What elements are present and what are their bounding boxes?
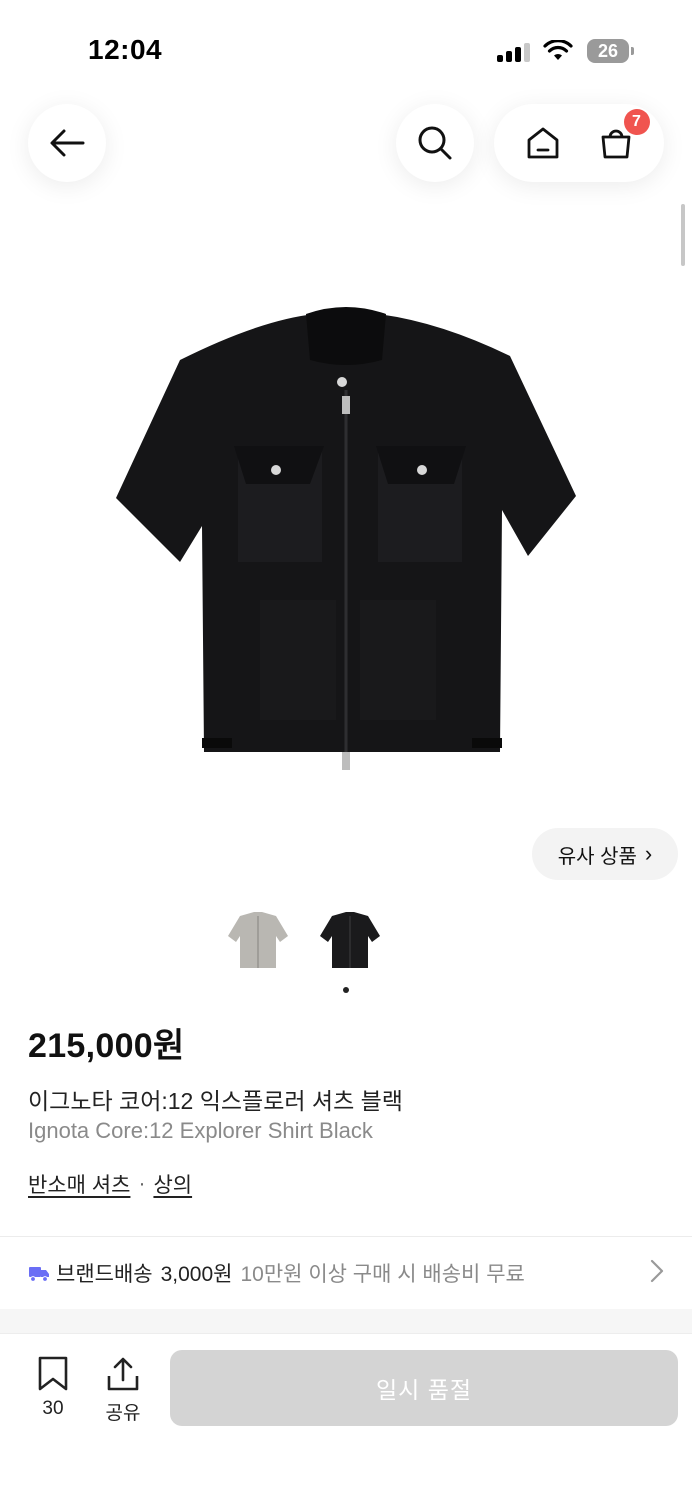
arrow-left-icon (50, 129, 85, 157)
category-link-short-sleeve-shirt[interactable]: 반소매 셔츠 (28, 1169, 130, 1199)
similar-products-button[interactable]: 유사 상품 › (532, 828, 678, 880)
product-image[interactable] (110, 300, 582, 790)
wifi-icon (543, 40, 573, 60)
battery-indicator: 26 (587, 39, 634, 63)
thumbnail-strip (226, 906, 382, 972)
share-icon (107, 1357, 139, 1391)
shipping-info-row[interactable]: 브랜드배송 3,000원 10만원 이상 구매 시 배송비 무료 (0, 1237, 692, 1309)
bottom-action-bar: 30 공유 일시 품절 (0, 1333, 692, 1500)
back-button[interactable] (28, 104, 106, 182)
truck-icon (29, 1267, 49, 1282)
chevron-right-icon: › (644, 841, 653, 866)
status-bar: 12:04 26 (0, 0, 692, 100)
bookmark-icon (38, 1356, 68, 1391)
carousel-indicator-dot (343, 987, 349, 993)
shipping-type: 브랜드배송 (56, 1263, 153, 1286)
cart-count-badge: 7 (623, 109, 650, 135)
home-icon (527, 127, 558, 159)
thumbnail-gray-shirt[interactable] (226, 906, 290, 972)
share-label: 공유 (105, 1403, 141, 1424)
cart-button[interactable]: 7 (596, 109, 650, 163)
category-separator: · (138, 1172, 146, 1195)
search-icon (418, 126, 452, 160)
cellular-signal-icon (497, 42, 530, 62)
bookmark-button[interactable]: 30 (28, 1356, 78, 1420)
status-time: 12:04 (88, 34, 163, 65)
search-button[interactable] (396, 104, 474, 182)
shipping-fee: 3,000원 (160, 1263, 233, 1286)
section-separator (0, 1309, 692, 1333)
home-cart-group: 7 (494, 104, 664, 182)
similar-products-label: 유사 상품 (557, 845, 637, 868)
category-breadcrumb: 반소매 셔츠 · 상의 (28, 1169, 192, 1199)
shipping-note: 10만원 이상 구매 시 배송비 무료 (240, 1263, 525, 1286)
product-price: 215,000원 (28, 1027, 185, 1065)
home-button[interactable] (523, 123, 563, 163)
product-name-korean: 이그노타 코어:12 익스플로러 셔츠 블랙 (28, 1088, 403, 1114)
bookmark-count: 30 (42, 1398, 64, 1419)
category-link-tops[interactable]: 상의 (153, 1169, 192, 1199)
product-name-english: Ignota Core:12 Explorer Shirt Black (28, 1118, 373, 1143)
thumbnail-black-shirt[interactable] (318, 906, 382, 972)
scroll-indicator (681, 204, 685, 266)
sold-out-button[interactable]: 일시 품절 (170, 1350, 678, 1426)
share-button[interactable]: 공유 (98, 1356, 148, 1425)
chevron-right-icon (650, 1259, 664, 1283)
